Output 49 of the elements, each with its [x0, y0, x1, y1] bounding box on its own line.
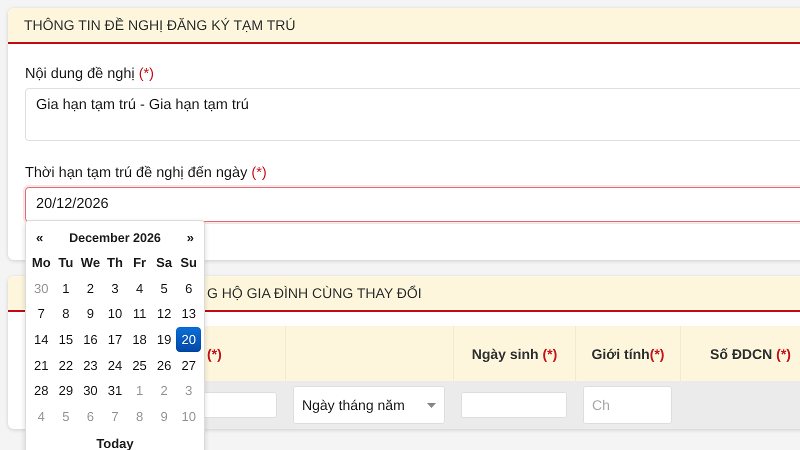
calendar-day[interactable]: 8: [54, 301, 78, 327]
weekday-label: We: [80, 254, 102, 272]
calendar-day[interactable]: 5: [152, 276, 176, 302]
calendar-day[interactable]: 13: [176, 301, 201, 327]
calendar-day[interactable]: 9: [78, 301, 103, 327]
calendar-day[interactable]: 26: [152, 352, 176, 378]
calendar-day[interactable]: 22: [54, 352, 78, 378]
calendar-day[interactable]: 20: [176, 326, 201, 352]
calendar-day[interactable]: 17: [102, 326, 128, 352]
month-title: December 2026: [69, 230, 161, 244]
text-area[interactable]: Gia hạn tạm trú - Gia hạn tạm trú: [25, 88, 800, 141]
weekday-label: Th: [106, 254, 124, 272]
section-title: THÔNG TIN ĐỀ NGHỊ ĐĂNG KÝ TẠM TRÚ: [24, 17, 296, 33]
column-header: Giới tính(*): [575, 326, 680, 381]
previous-month-button[interactable]: «: [34, 230, 46, 245]
calendar-day[interactable]: 15: [54, 326, 78, 352]
calendar-day[interactable]: 16: [78, 326, 103, 352]
calendar-day[interactable]: 11: [127, 301, 152, 327]
calendar-day[interactable]: 14: [29, 326, 54, 352]
field-label: Thời hạn tạm trú đề nghị đến ngày (*): [25, 165, 268, 181]
today-button[interactable]: Today: [90, 431, 140, 450]
calendar-day[interactable]: 4: [127, 276, 152, 302]
weekday-label: Su: [179, 254, 198, 272]
calendar-day[interactable]: 7: [29, 301, 54, 327]
next-month-button[interactable]: »: [184, 230, 196, 245]
column-header: Số ĐDCN (*): [680, 326, 800, 381]
input-field[interactable]: [461, 392, 567, 418]
calendar-day[interactable]: 10: [102, 301, 128, 327]
calendar-day[interactable]: 25: [127, 352, 152, 378]
calendar-day[interactable]: 23: [78, 352, 103, 378]
calendar-day[interactable]: 27: [176, 352, 201, 378]
caret-icon: [427, 402, 436, 408]
calendar-day[interactable]: 3: [102, 276, 128, 302]
calendar-day[interactable]: 1: [54, 276, 78, 302]
weekday-label: Mo: [30, 254, 52, 272]
column-header: Ngày sinh (*): [453, 326, 575, 381]
calendar-day[interactable]: 21: [29, 352, 54, 378]
date-select[interactable]: Ngày tháng năm: [293, 386, 445, 424]
calendar-day[interactable]: 19: [152, 326, 176, 352]
calendar-day[interactable]: 18: [127, 326, 152, 352]
weekday-label: Sa: [155, 254, 174, 272]
calendar-day[interactable]: 6: [176, 276, 201, 302]
section-title: G HỘ GIA ĐÌNH CÙNG THAY ĐỔI: [207, 285, 422, 301]
field-label: Nội dung đề nghị (*): [25, 66, 155, 82]
weekday-label: Fr: [132, 254, 148, 272]
calendar-day[interactable]: 24: [102, 352, 128, 378]
calendar-day[interactable]: 2: [78, 276, 103, 302]
calendar-day[interactable]: 12: [152, 301, 176, 327]
weekday-label: Tu: [57, 254, 74, 272]
